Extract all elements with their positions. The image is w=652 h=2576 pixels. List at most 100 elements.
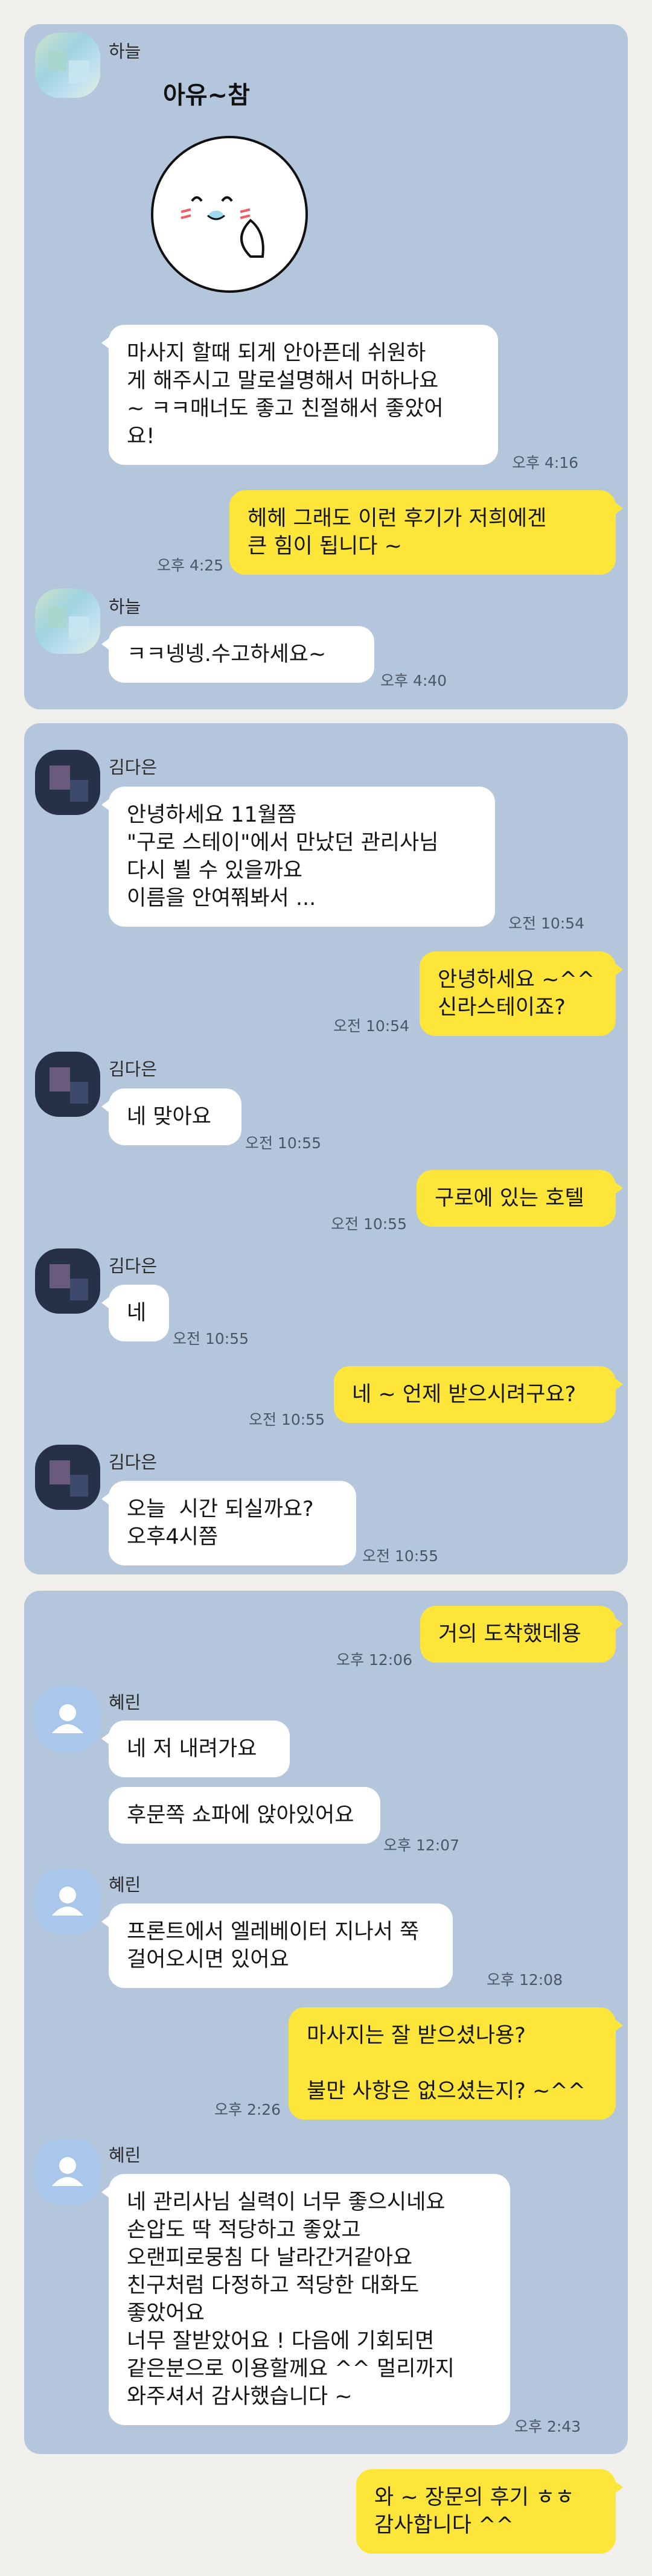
message-line: 좋았어요 — [127, 2301, 205, 2325]
message-line: 신라스테이죠? — [438, 996, 566, 1020]
avatar-blur — [69, 60, 89, 83]
message-line: 마사지 할때 되게 안아픈데 쉬원하 — [127, 341, 426, 365]
message-time: 오전 10:55 — [331, 1215, 407, 1233]
message-line: 와주셔서 감사했습니다 ~ — [127, 2385, 353, 2409]
message-line: 오랜피로뭉침 다 날라간거같아요 — [127, 2246, 413, 2270]
chat-panel-3: 거의 도착했데용 오후 12:06 혜린 네 저 내려가요 후문쪽 쇼파에 앉아… — [24, 1591, 628, 2554]
message-time: 오후 12:07 — [383, 1836, 459, 1854]
person-icon — [52, 2157, 83, 2186]
person-icon — [52, 1887, 83, 1916]
incoming-message[interactable]: 네 저 내려가요 — [101, 1721, 290, 1777]
message-time: 오전 10:54 — [333, 1017, 409, 1035]
avatar-blur — [50, 1264, 70, 1288]
avatar[interactable] — [35, 2139, 100, 2204]
message-line: 마사지는 잘 받으셨나용? — [307, 2024, 526, 2048]
message-line: 프론트에서 엘레베이터 지나서 쭉 — [127, 1920, 420, 1944]
outgoing-message[interactable]: 네 ~ 언제 받으시려구요? — [334, 1366, 623, 1423]
incoming-message[interactable]: 마사지 할때 되게 안아픈데 쉬원하 게 해주시고 말로설명해서 머하나요 ~ … — [101, 325, 498, 465]
avatar-blur — [70, 1475, 88, 1497]
message-line: "구로 스테이"에서 만났던 관리사님 — [127, 831, 439, 855]
message-line: ~ ㅋㅋ매너도 좋고 친절해서 좋았어 — [127, 397, 444, 421]
message-line: 너무 잘받았어요 ! 다음에 기회되면 — [127, 2329, 435, 2353]
message-line: 안녕하세요 11월쯤 — [127, 803, 297, 827]
message-line: 감사합니다 ^^ — [374, 2513, 514, 2537]
message-time: 오후 2:43 — [514, 2418, 581, 2435]
sender-name: 하늘 — [109, 596, 141, 617]
message-line: 네 ~ 언제 받으시려구요? — [352, 1382, 577, 1407]
message-line: 손압도 딱 적당하고 좋았고 — [127, 2218, 361, 2242]
incoming-message[interactable]: 프론트에서 엘레베이터 지나서 쭉 걸어오시면 있어요 — [101, 1903, 453, 1988]
message-line: 불만 사항은 없으셨는지? ~^^ — [307, 2079, 586, 2103]
incoming-message[interactable]: 네 맞아요 — [101, 1088, 241, 1145]
message-line: 거의 도착했데용 — [438, 1622, 581, 1646]
chat-panel-2: 김다은 안녕하세요 11월쯤 "구로 스테이"에서 만났던 관리사님 다시 뵐 … — [24, 723, 628, 1574]
message-time: 오후 4:16 — [512, 454, 579, 471]
sender-name: 김다은 — [109, 757, 158, 778]
sender-name: 김다은 — [109, 1256, 158, 1276]
message-line — [307, 2050, 598, 2077]
avatar[interactable] — [35, 33, 100, 98]
incoming-message[interactable]: 네 — [101, 1285, 169, 1341]
avatar[interactable] — [35, 589, 100, 654]
outgoing-message[interactable]: 헤헤 그래도 이런 후기가 저희에겐 큰 힘이 됩니다 ~ — [229, 490, 623, 575]
message-time: 오전 10:54 — [508, 915, 584, 932]
message-time: 오후 12:08 — [487, 1971, 563, 1989]
avatar-blur — [50, 1460, 70, 1485]
chat-panel-1: 하늘 아유~참 마사지 할때 되게 안아픈데 쉬원하 게 해주시고 말로설명해서… — [24, 24, 628, 709]
outgoing-message[interactable]: 와 ~ 장문의 후기 ㅎㅎ 감사합니다 ^^ — [356, 2469, 623, 2554]
incoming-message[interactable]: ㅋㅋ넹넹.수고하세요~ — [101, 626, 374, 683]
sender-name: 하늘 — [109, 41, 141, 62]
message-line: 네 관리사님 실력이 너무 좋으시네요 — [127, 2190, 446, 2214]
emoticon-sticker[interactable]: 아유~참 — [145, 75, 350, 305]
avatar-blur — [48, 607, 66, 627]
message-time: 오전 10:55 — [245, 1134, 321, 1152]
avatar[interactable] — [35, 1445, 100, 1510]
message-time: 오후 4:40 — [380, 672, 447, 689]
avatar-blur — [70, 780, 88, 802]
avatar[interactable] — [35, 1868, 100, 1934]
incoming-message[interactable]: 후문쪽 쇼파에 앉아있어요 — [109, 1787, 380, 1844]
outgoing-message[interactable]: 구로에 있는 호텔 — [417, 1170, 623, 1227]
avatar[interactable] — [35, 750, 100, 815]
message-time: 오후 2:26 — [214, 2101, 281, 2118]
message-line: 네 맞아요 — [127, 1105, 211, 1129]
message-line: 구로에 있는 호텔 — [435, 1186, 584, 1210]
message-line: 요! — [127, 424, 155, 449]
message-time: 오후 4:25 — [157, 557, 224, 574]
avatar[interactable] — [35, 1052, 100, 1117]
avatar[interactable] — [35, 1686, 100, 1751]
avatar[interactable] — [35, 1248, 100, 1314]
message-time: 오후 12:06 — [336, 1651, 412, 1669]
message-line: 안녕하세요 ~^^ — [438, 968, 595, 992]
avatar-blur — [50, 765, 70, 790]
message-line: 친구처럼 다정하고 적당한 대화도 — [127, 2274, 420, 2298]
sender-name: 혜린 — [109, 2145, 141, 2165]
sender-name: 혜린 — [109, 1874, 141, 1895]
message-line: 큰 힘이 됩니다 ~ — [248, 534, 402, 558]
incoming-message[interactable]: 네 관리사님 실력이 너무 좋으시네요 손압도 딱 적당하고 좋았고 오랜피로뭉… — [101, 2174, 510, 2425]
outgoing-message[interactable]: 마사지는 잘 받으셨나용? 불만 사항은 없으셨는지? ~^^ — [289, 2007, 623, 2120]
sender-name: 혜린 — [109, 1692, 141, 1713]
message-line: 다시 뵐 수 있을까요 — [127, 858, 302, 883]
outgoing-message[interactable]: 안녕하세요 ~^^ 신라스테이죠? — [420, 951, 623, 1036]
message-line: ㅋㅋ넹넹.수고하세요~ — [127, 642, 327, 666]
person-icon — [52, 1704, 83, 1733]
message-time: 오전 10:55 — [173, 1330, 249, 1347]
avatar-blur — [69, 616, 89, 639]
message-line: 같은분으로 이용할께요 ^^ 멀리까지 — [127, 2357, 455, 2381]
message-time: 오전 10:55 — [362, 1547, 438, 1565]
message-line: 오후4시쯤 — [127, 1525, 219, 1549]
incoming-message[interactable]: 오늘 시간 되실까요? 오후4시쯤 — [101, 1481, 356, 1565]
message-line: 와 ~ 장문의 후기 ㅎㅎ — [374, 2485, 575, 2510]
message-line: 게 해주시고 말로설명해서 머하나요 — [127, 369, 439, 393]
message-line: 걸어오시면 있어요 — [127, 1948, 289, 1972]
sticker-face-icon — [151, 136, 308, 293]
message-line: 헤헤 그래도 이런 후기가 저희에겐 — [248, 507, 547, 531]
avatar-blur — [70, 1082, 88, 1104]
incoming-message[interactable]: 안녕하세요 11월쯤 "구로 스테이"에서 만났던 관리사님 다시 뵐 수 있을… — [101, 787, 495, 927]
message-line: 네 저 내려가요 — [127, 1737, 257, 1761]
message-line: 네 — [127, 1301, 147, 1325]
avatar-blur — [48, 51, 66, 71]
outgoing-message[interactable]: 거의 도착했데용 — [420, 1606, 623, 1663]
sender-name: 김다은 — [109, 1452, 158, 1472]
